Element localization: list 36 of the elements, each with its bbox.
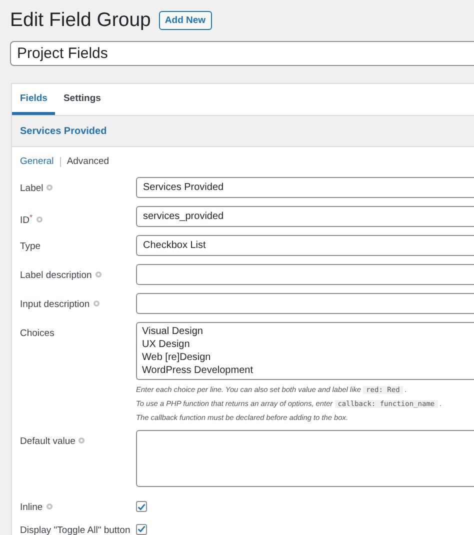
tab[interactable]: Settings xyxy=(55,84,109,115)
help-icon[interactable] xyxy=(94,271,102,278)
text-field[interactable] xyxy=(136,293,474,314)
required-mark: * xyxy=(30,213,33,222)
sub-tab[interactable]: General xyxy=(20,156,54,167)
choice-line: UX Design xyxy=(142,338,190,351)
field-name[interactable]: Services Provided xyxy=(20,126,107,136)
help-icon[interactable] xyxy=(78,437,86,444)
field-label: ID$^{*}$ xyxy=(20,215,33,226)
type-select[interactable]: Checkbox List xyxy=(136,235,474,256)
help-icon[interactable] xyxy=(36,216,43,223)
field-label: Input description xyxy=(20,299,90,310)
checkbox[interactable] xyxy=(136,524,147,534)
field-label: Label xyxy=(20,183,44,194)
help-icon[interactable] xyxy=(46,503,53,510)
help-icon[interactable] xyxy=(92,300,100,307)
text-field[interactable]: Services Provided xyxy=(136,177,474,198)
choices-textarea[interactable]: Visual Design UX Design Web [re]Design WordPress Development xyxy=(136,322,474,380)
text-field[interactable] xyxy=(136,264,474,285)
text-field[interactable]: services_provided xyxy=(136,206,474,227)
field-label: Inline xyxy=(20,502,43,513)
choice-line: WordPress Development xyxy=(142,364,253,377)
title-field[interactable]: Project Fields xyxy=(10,41,474,66)
add-new-button[interactable]: Add New xyxy=(158,11,212,30)
sub-tab[interactable]: Advanced xyxy=(66,156,110,167)
field-label: Default value xyxy=(20,436,76,447)
choice-line: Web [re]Design xyxy=(142,351,211,364)
field-label: Type xyxy=(20,241,41,252)
field-label: Label description xyxy=(20,270,92,281)
field-label: Choices xyxy=(20,328,54,339)
help-icon[interactable] xyxy=(46,184,54,191)
choice-line: Visual Design xyxy=(142,325,203,338)
field-label: Display "Toggle All" button xyxy=(20,524,130,535)
page-title: Edit Field Group xyxy=(10,9,151,32)
checkbox[interactable] xyxy=(136,501,147,512)
textarea-field[interactable] xyxy=(136,430,474,487)
